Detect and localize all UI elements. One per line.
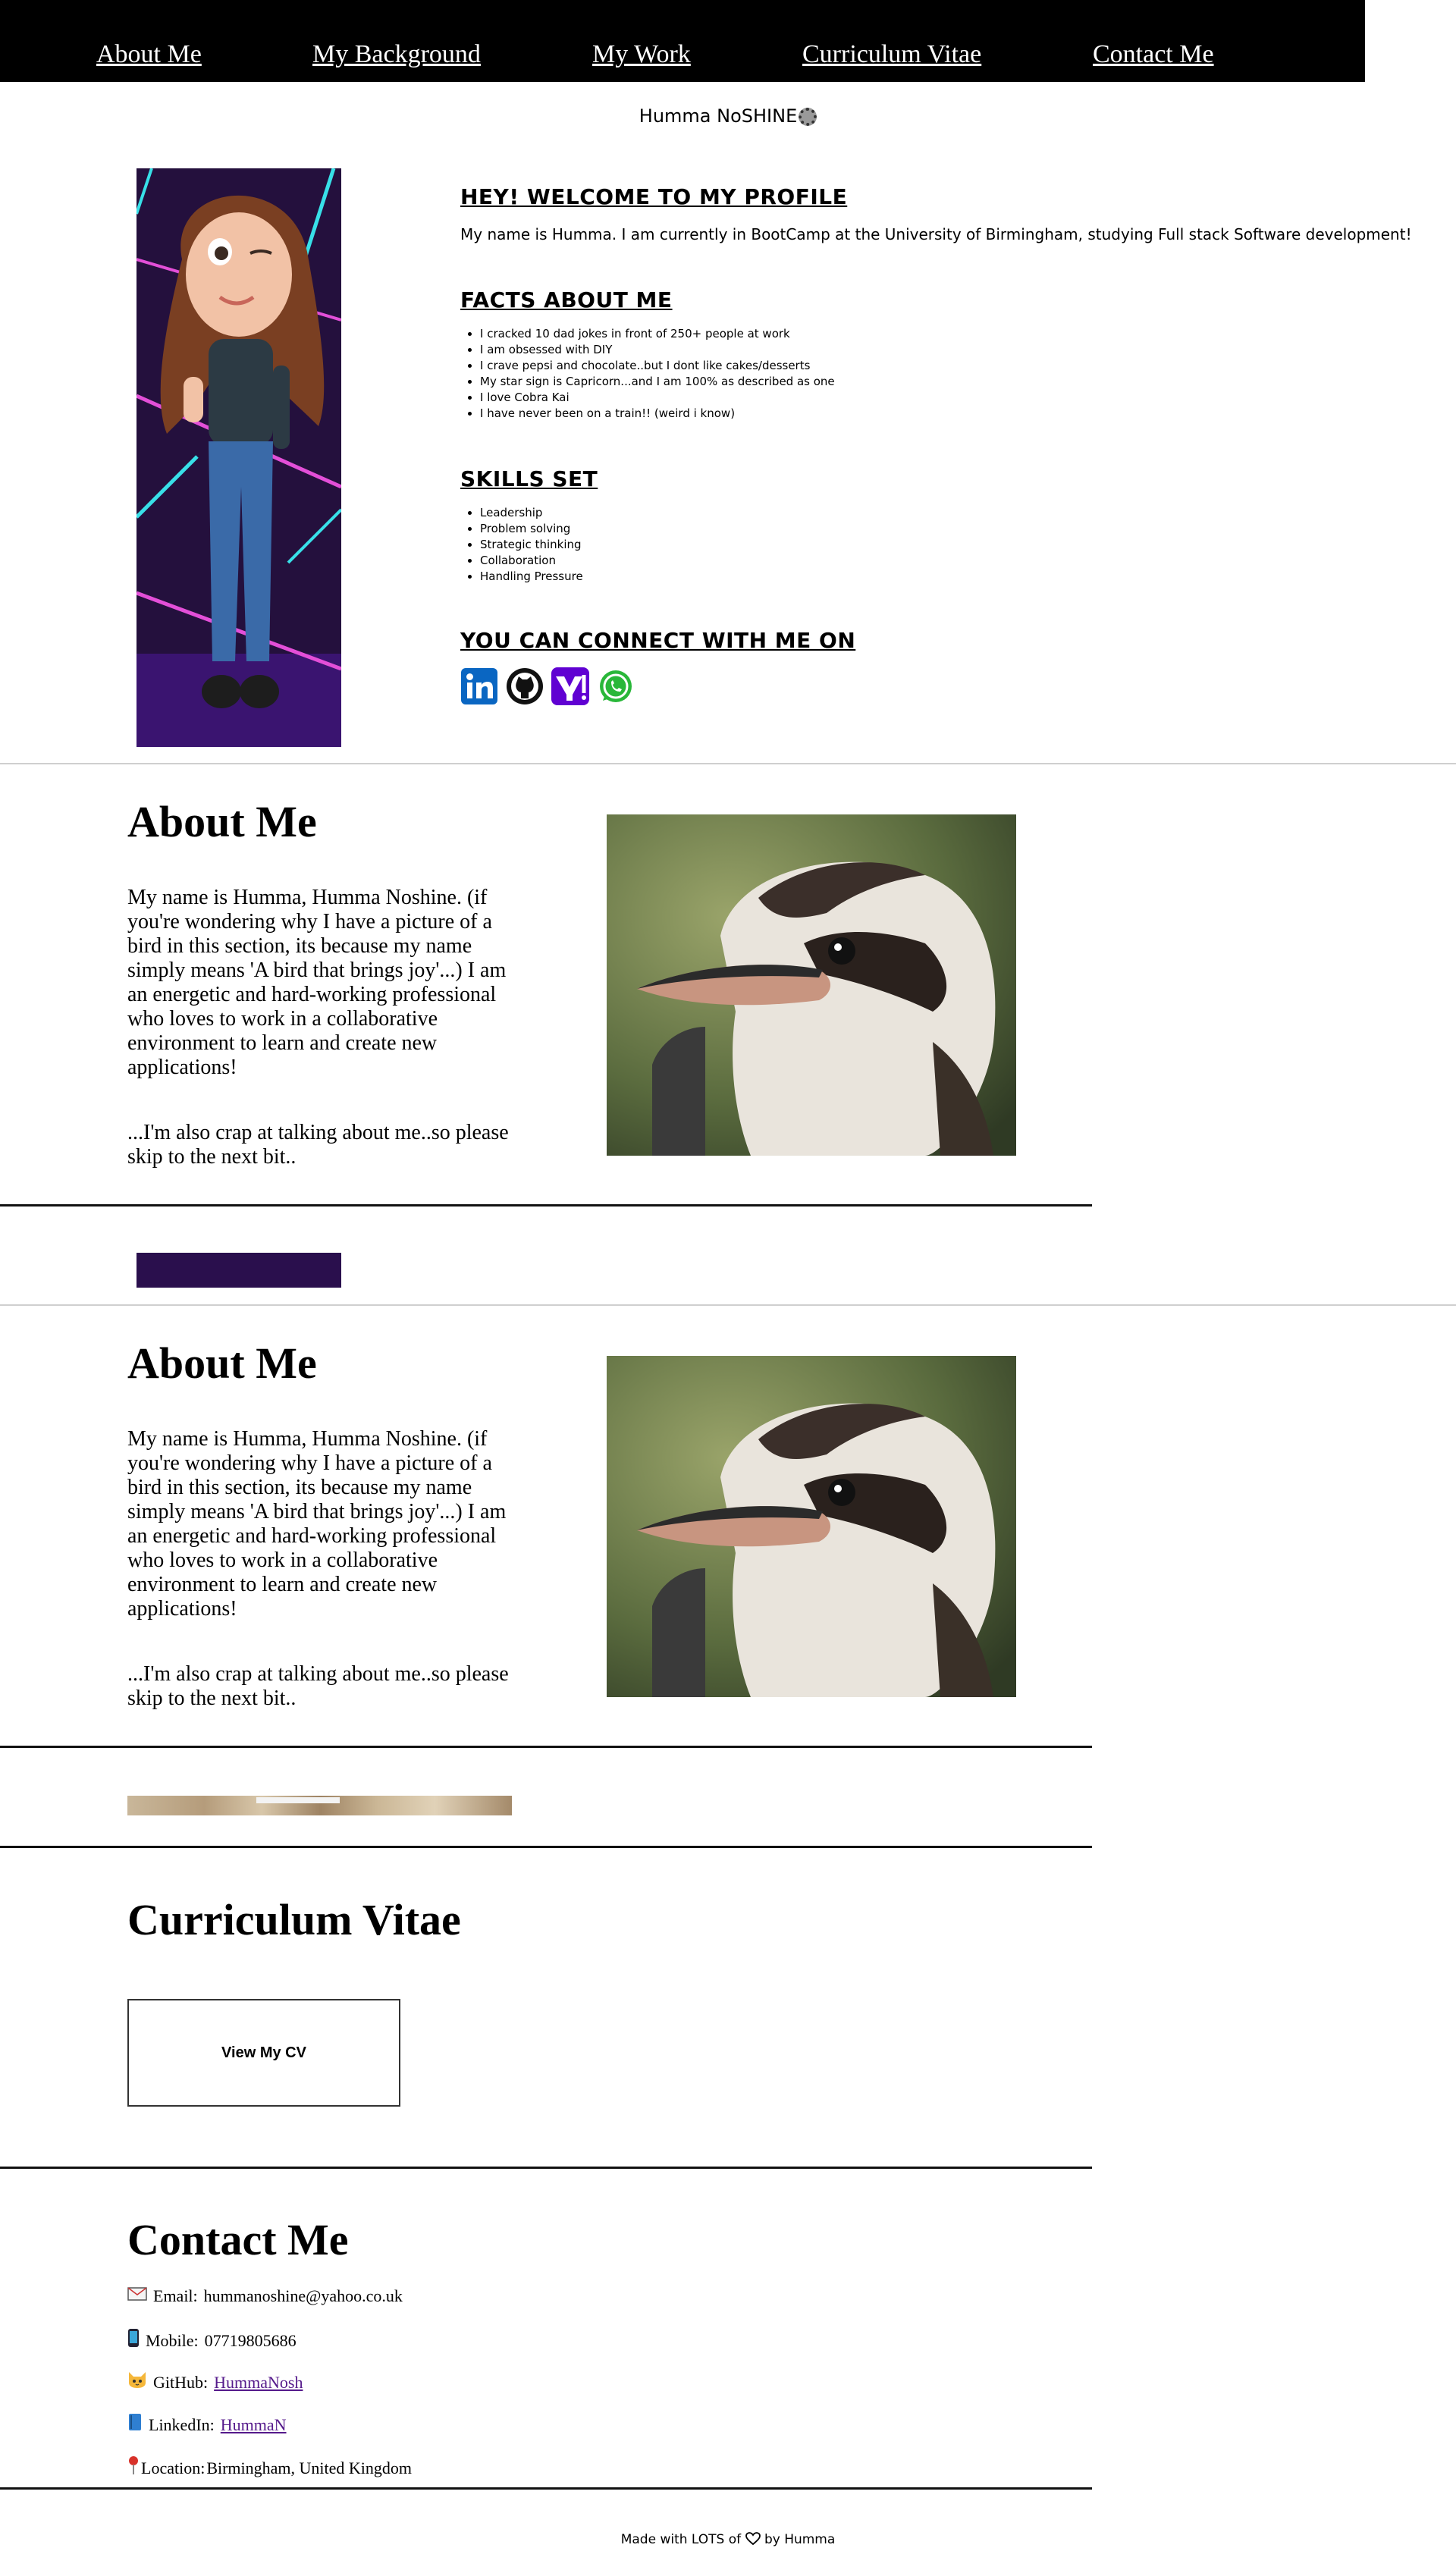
divider [0, 2167, 1092, 2169]
divider [0, 1846, 1092, 1848]
nav-link-about-me[interactable]: About Me [96, 36, 202, 73]
skills-list: Leadership Problem solving Strategic thi… [460, 505, 583, 585]
kookaburra-image [607, 814, 1016, 1156]
contact-github-row: GitHub: HummaNosh [127, 2371, 303, 2394]
list-item: I crave pepsi and chocolate..but I dont … [480, 358, 835, 374]
divider [0, 1204, 1092, 1206]
contact-location-row: Location: Birmingham, United Kingdom [127, 2455, 412, 2480]
nav-link-contact-me[interactable]: Contact Me [1093, 36, 1214, 73]
about-paragraph-2: ...I'm also crap at talking about me..so… [127, 1662, 509, 1710]
nav-link-my-background[interactable]: My Background [312, 36, 481, 73]
view-cv-button[interactable]: View My CV [127, 1999, 400, 2107]
list-item: Collaboration [480, 553, 583, 569]
mobile-value: 07719805686 [204, 2330, 297, 2350]
contact-mobile-row: Mobile: 07719805686 [127, 2328, 297, 2353]
facts-list: I cracked 10 dad jokes in front of 250+ … [460, 326, 835, 422]
list-item: Handling Pressure [480, 569, 583, 585]
location-pin-icon [127, 2455, 140, 2480]
github-link[interactable]: HummaNosh [214, 2372, 303, 2393]
list-item: I cracked 10 dad jokes in front of 250+ … [480, 326, 835, 342]
avatar-image-fragment [136, 1253, 341, 1288]
linkedin-label: LinkedIn: [149, 2415, 215, 2434]
contact-heading: Contact Me [127, 2215, 349, 2264]
welcome-text: My name is Humma. I am currently in Boot… [460, 225, 1412, 243]
top-nav: About Me My Background My Work Curriculu… [0, 0, 1365, 82]
gear-icon [799, 108, 817, 126]
about-paragraph-2: ...I'm also crap at talking about me..so… [127, 1121, 509, 1169]
location-value: Birmingham, United Kingdom [206, 2458, 413, 2477]
book-icon [127, 2413, 143, 2437]
site-brand: Humma NoSHINE [0, 105, 1456, 127]
list-item: Problem solving [480, 521, 583, 537]
about-heading: About Me [127, 797, 317, 846]
github-label: GitHub: [153, 2372, 209, 2392]
welcome-heading: HEY! WELCOME TO MY PROFILE [460, 184, 848, 209]
kookaburra-image [607, 1356, 1016, 1697]
list-item: My star sign is Capricorn...and I am 100… [480, 374, 835, 390]
email-label: Email: [153, 2286, 198, 2305]
location-label: Location: [141, 2458, 206, 2477]
footer-suffix: by Humma [764, 2532, 836, 2547]
mobile-phone-icon [127, 2328, 140, 2353]
contact-linkedin-row: LinkedIn: HummaN [127, 2413, 287, 2437]
list-item: I am obsessed with DIY [480, 342, 835, 358]
about-heading: About Me [127, 1338, 317, 1388]
skills-heading: SKILLS SET [460, 466, 598, 491]
work-image-fragment [127, 1796, 512, 1815]
divider [0, 2487, 1092, 2490]
footer: Made with LOTS of by Humma [0, 2531, 1456, 2549]
divider [0, 1304, 1456, 1306]
email-value: hummanoshine@yahoo.co.uk [203, 2286, 403, 2305]
list-item: I have never been on a train!! (weird i … [480, 406, 835, 422]
github-icon[interactable] [506, 667, 544, 705]
connect-heading: YOU CAN CONNECT WITH ME ON [460, 628, 856, 653]
about-paragraph: My name is Humma, Humma Noshine. (if you… [127, 1427, 507, 1621]
contact-email-row: Email: hummanoshine@yahoo.co.uk [127, 2286, 403, 2307]
list-item: Leadership [480, 505, 583, 521]
linkedin-icon[interactable] [460, 667, 498, 705]
cat-face-icon [127, 2371, 147, 2394]
about-paragraph: My name is Humma, Humma Noshine. (if you… [127, 886, 507, 1079]
nav-link-my-work[interactable]: My Work [592, 36, 691, 73]
brand-name: Humma NoSHINE [639, 105, 798, 127]
nav-link-curriculum-vitae[interactable]: Curriculum Vitae [802, 36, 981, 73]
list-item: I love Cobra Kai [480, 390, 835, 406]
list-item: Strategic thinking [480, 537, 583, 553]
footer-prefix: Made with LOTS of [620, 2532, 742, 2547]
heart-icon [745, 2532, 761, 2546]
mobile-label: Mobile: [146, 2330, 199, 2350]
whatsapp-icon[interactable] [597, 667, 635, 705]
cv-heading: Curriculum Vitae [127, 1895, 461, 1944]
divider [0, 1746, 1092, 1748]
avatar-image [136, 168, 341, 747]
envelope-icon [127, 2286, 147, 2307]
yahoo-icon[interactable] [551, 667, 589, 705]
linkedin-link[interactable]: HummaN [221, 2415, 287, 2436]
divider [0, 763, 1456, 764]
social-links [460, 667, 635, 705]
facts-heading: FACTS ABOUT ME [460, 287, 673, 312]
